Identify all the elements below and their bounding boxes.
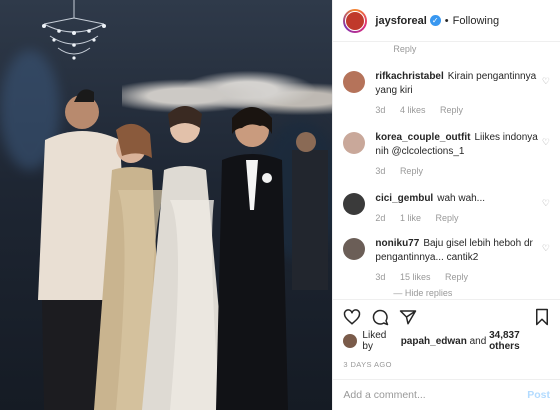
comment-meta: 3d 4 likes Reply [375,103,550,117]
verified-icon: ✓ [429,15,441,26]
bookmark-icon[interactable] [534,308,550,326]
comment-icon[interactable] [371,308,389,326]
instagram-post: jaysforeal ✓ • Following Reply rifkachri… [0,0,560,410]
header-separator: • [444,14,449,27]
comment-item: rifkachristabel Kirain pengantinnya yang … [343,70,550,117]
comment-like-heart-icon[interactable]: ♡ [542,243,550,254]
comments-list[interactable]: Reply rifkachristabel Kirain pengantinnya… [333,42,560,299]
avatar[interactable] [343,334,358,348]
comment-username[interactable]: korea_couple_outfit [375,132,470,143]
post-photo[interactable] [0,0,333,410]
reply-link[interactable]: Reply [400,166,423,176]
reply-link[interactable]: Reply [445,272,468,282]
comment-meta: 2d 1 like Reply [375,211,550,225]
comment-input[interactable] [343,389,514,401]
action-icons [343,306,550,328]
likes-summary: Liked by papah_edwan and 34,837 others [343,330,550,352]
likes-count[interactable]: 34,837 others [489,330,550,352]
action-bar: Liked by papah_edwan and 34,837 others 3… [333,299,560,369]
hide-replies-link[interactable]: — Hide replies [393,288,550,298]
comment-username[interactable]: rifkachristabel [375,71,443,82]
comment-like-heart-icon[interactable]: ♡ [542,76,550,87]
likes-and: and [469,335,487,347]
comment-likes[interactable]: 15 likes [400,272,431,282]
comment-age[interactable]: 3d [375,272,385,282]
avatar[interactable] [343,8,368,33]
share-icon[interactable] [399,308,417,326]
avatar[interactable] [343,238,366,260]
comment-item: cici_gembul wah wah... 2d 1 like Reply ♡ [343,192,550,225]
comment-likes[interactable]: 1 like [400,213,421,223]
post-header: jaysforeal ✓ • Following [333,0,560,42]
comment-age[interactable]: 2d [375,213,385,223]
avatar[interactable] [343,71,366,93]
reply-link[interactable]: Reply [435,213,458,223]
comment-age[interactable]: 3d [375,166,385,176]
comment-like-heart-icon[interactable]: ♡ [542,198,550,209]
comment-text: wah wah... [437,193,486,204]
comment-composer: Post [333,379,560,410]
group-of-people-graphic [38,89,328,410]
avatar[interactable] [343,132,366,154]
comment-item: noniku77 Baju gisel lebih heboh dr pengan… [343,237,550,284]
heart-icon[interactable] [343,308,361,326]
comment-username[interactable]: noniku77 [375,238,419,249]
likes-prefix: Liked by [362,330,387,352]
post-side-panel: jaysforeal ✓ • Following Reply rifkachri… [332,0,560,410]
comment-like-heart-icon[interactable]: ♡ [542,137,550,148]
post-timestamp[interactable]: 3 DAYS AGO [343,360,550,369]
likes-user[interactable]: papah_edwan [401,336,467,347]
comment-meta: 3d 15 likes Reply [375,270,550,284]
comment-age[interactable]: 3d [375,105,385,115]
avatar[interactable] [343,193,366,215]
reply-link[interactable]: Reply [393,44,550,56]
comment-meta: 3d Reply [375,164,550,178]
comment-item: korea_couple_outfit Liikes indonya nih @c… [343,131,550,178]
reply-link[interactable]: Reply [440,105,463,115]
header-username[interactable]: jaysforeal [375,15,426,27]
comment-likes[interactable]: 4 likes [400,105,426,115]
comment-username[interactable]: cici_gembul [375,193,433,204]
following-button[interactable]: Following [453,15,499,27]
post-button[interactable]: Post [527,389,550,401]
